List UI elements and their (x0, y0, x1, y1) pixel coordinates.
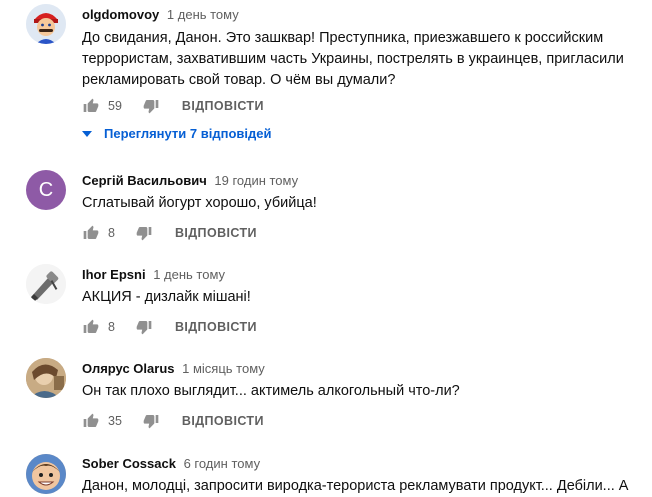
comment-text-line: Сглатывай йогурт хорошо, убийца! (82, 195, 317, 211)
comment-time[interactable]: 1 день тому (153, 267, 225, 282)
comment-header: Ihor Epsni 1 день тому (82, 267, 225, 282)
author-name[interactable]: Олярус Olarus (82, 361, 175, 376)
reply-button[interactable]: ВІДПОВІСТИ (175, 226, 257, 240)
comment-item: C Сергій Васильович 19 годин тому Сглаты… (0, 166, 652, 256)
comment-item: Олярус Olarus 1 місяць тому Он так плохо… (0, 354, 652, 444)
comment-item: olgdomovoy 1 день тому До свидания, Дано… (0, 0, 652, 150)
comment-text-line: Данон, молодці, запросити виродка-терори… (82, 478, 629, 494)
cartoon-face-avatar-icon[interactable] (26, 454, 66, 494)
thumbs-up-icon[interactable] (82, 412, 100, 430)
reply-button[interactable]: ВІДПОВІСТИ (182, 414, 264, 428)
thumbs-down-icon[interactable] (135, 224, 153, 242)
dental-drill-avatar-icon[interactable] (26, 264, 66, 304)
author-name[interactable]: Сергій Васильович (82, 173, 207, 188)
view-replies-button[interactable]: Переглянути 7 відповідей (82, 126, 271, 141)
comment-actions: 8 ВІДПОВІСТИ (82, 223, 257, 243)
like-count: 8 (108, 320, 115, 334)
comment-text: Сглатывай йогурт хорошо, убийца! (82, 193, 317, 214)
thumbs-up-icon[interactable] (82, 318, 100, 336)
comment-actions: 8 ВІДПОВІСТИ (82, 317, 257, 337)
comment-text: Данон, молодці, запросити виродка-терори… (82, 476, 642, 497)
comment-item: Ihor Epsni 1 день тому АКЦИЯ - дизлайк м… (0, 260, 652, 350)
comment-time[interactable]: 19 годин тому (214, 173, 298, 188)
author-name[interactable]: Ihor Epsni (82, 267, 146, 282)
comment-header: Сергій Васильович 19 годин тому (82, 173, 298, 188)
chevron-down-icon (82, 130, 92, 137)
comment-text-line: АКЦИЯ - дизлайк мішані! (82, 289, 251, 305)
comment-text-line: рекламировать свой товар. О чём вы думал… (82, 72, 396, 88)
comment-text-line: Он так плохо выглядит... актимель алкого… (82, 383, 460, 399)
comment-item: Sober Cossack 6 годин тому Данон, молодц… (0, 450, 652, 496)
mario-avatar-icon[interactable] (26, 4, 66, 44)
thumbs-down-icon[interactable] (142, 97, 160, 115)
like-count: 59 (108, 99, 122, 113)
thumbs-up-icon[interactable] (82, 224, 100, 242)
comment-header: Sober Cossack 6 годин тому (82, 456, 260, 471)
like-count: 35 (108, 414, 122, 428)
comment-text: До свидания, Данон. Это зашквар! Преступ… (82, 28, 624, 91)
reply-button[interactable]: ВІДПОВІСТИ (175, 320, 257, 334)
avatar-letter: C (38, 178, 54, 201)
comment-actions: 35 ВІДПОВІСТИ (82, 411, 264, 431)
reply-button[interactable]: ВІДПОВІСТИ (182, 99, 264, 113)
thumbs-down-icon[interactable] (142, 412, 160, 430)
view-replies-label: Переглянути 7 відповідей (104, 126, 272, 141)
author-name[interactable]: Sober Cossack (82, 456, 176, 471)
comment-text: АКЦИЯ - дизлайк мішані! (82, 287, 251, 308)
thumbs-up-icon[interactable] (82, 97, 100, 115)
comment-text-line: террористам, захватившим часть Украины, … (82, 51, 624, 67)
comment-time[interactable]: 1 місяць тому (182, 361, 265, 376)
letter-avatar-icon[interactable]: C (26, 170, 66, 210)
comment-header: olgdomovoy 1 день тому (82, 7, 239, 22)
comment-actions: 59 ВІДПОВІСТИ (82, 96, 264, 116)
thumbs-down-icon[interactable] (135, 318, 153, 336)
author-name[interactable]: olgdomovoy (82, 7, 159, 22)
comment-header: Олярус Olarus 1 місяць тому (82, 361, 265, 376)
photo-avatar-icon[interactable] (26, 358, 66, 398)
comment-text-line: До свидания, Данон. Это зашквар! Преступ… (82, 30, 604, 46)
like-count: 8 (108, 226, 115, 240)
comment-time[interactable]: 1 день тому (167, 7, 239, 22)
comment-time[interactable]: 6 годин тому (184, 456, 261, 471)
comment-text: Он так плохо выглядит... актимель алкого… (82, 381, 460, 402)
